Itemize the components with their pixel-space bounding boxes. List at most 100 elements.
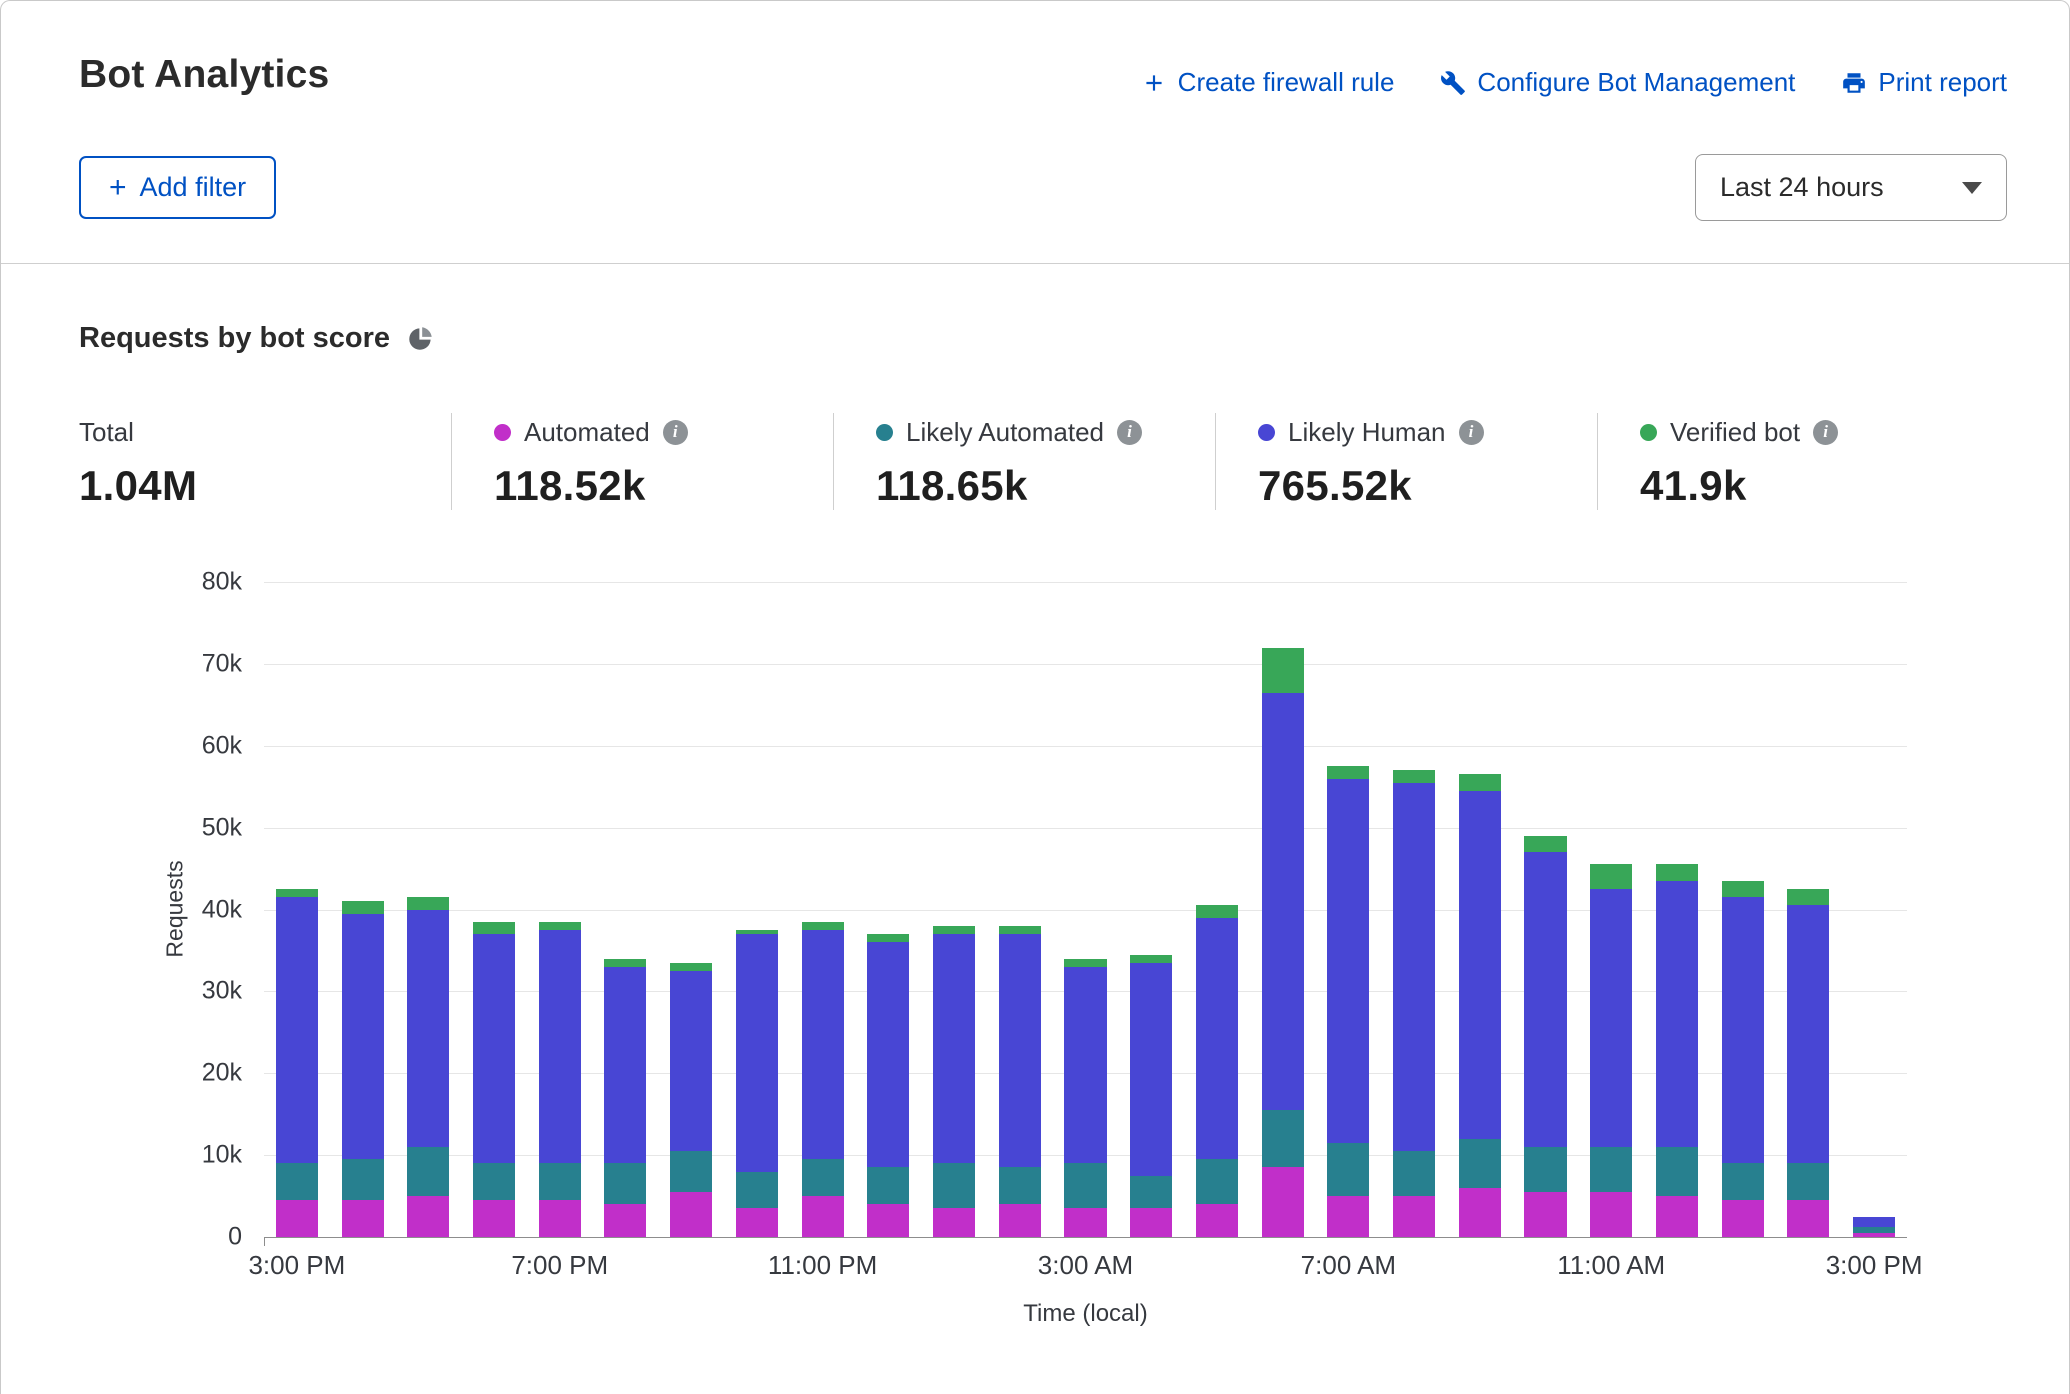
bar-segment-automated[interactable] [1064, 1208, 1106, 1237]
bar-segment-likely-automated[interactable] [1722, 1163, 1764, 1200]
chart-bar[interactable] [1381, 582, 1447, 1237]
bar-segment-likely-automated[interactable] [802, 1159, 844, 1196]
stacked-bar[interactable] [1196, 905, 1238, 1237]
stacked-bar[interactable] [1393, 770, 1435, 1237]
chart-bar[interactable] [1184, 582, 1250, 1237]
add-filter-button[interactable]: + Add filter [79, 156, 276, 219]
bar-segment-likely-automated[interactable] [1656, 1147, 1698, 1196]
stacked-bar[interactable] [670, 963, 712, 1237]
bar-segment-automated[interactable] [1590, 1192, 1632, 1237]
bar-segment-likely-automated[interactable] [1393, 1151, 1435, 1196]
bar-segment-verified-bot[interactable] [1327, 766, 1369, 778]
bar-segment-verified-bot[interactable] [604, 959, 646, 967]
stacked-bar[interactable] [342, 901, 384, 1237]
info-icon[interactable]: i [663, 420, 688, 445]
chart-bar[interactable] [1710, 582, 1776, 1237]
stacked-bar[interactable] [999, 926, 1041, 1237]
bar-segment-verified-bot[interactable] [999, 926, 1041, 934]
bar-segment-likely-human[interactable] [1196, 918, 1238, 1160]
bar-segment-automated[interactable] [276, 1200, 318, 1237]
chart-bar[interactable] [395, 582, 461, 1237]
bar-segment-verified-bot[interactable] [1196, 905, 1238, 917]
bar-segment-likely-automated[interactable] [670, 1151, 712, 1192]
print-report-link[interactable]: Print report [1841, 67, 2007, 98]
chart-bar[interactable] [1841, 582, 1907, 1237]
bar-segment-automated[interactable] [1853, 1233, 1895, 1237]
bar-segment-likely-human[interactable] [802, 930, 844, 1159]
bar-segment-likely-human[interactable] [1590, 889, 1632, 1147]
bar-segment-automated[interactable] [933, 1208, 975, 1237]
stacked-bar[interactable] [1524, 836, 1566, 1237]
create-firewall-rule-link[interactable]: Create firewall rule [1141, 67, 1395, 98]
bar-segment-automated[interactable] [539, 1200, 581, 1237]
bar-segment-automated[interactable] [342, 1200, 384, 1237]
stacked-bar[interactable] [1130, 955, 1172, 1237]
bar-segment-automated[interactable] [473, 1200, 515, 1237]
stacked-bar[interactable] [473, 922, 515, 1237]
bar-segment-likely-automated[interactable] [604, 1163, 646, 1204]
chart-bar[interactable] [1644, 582, 1710, 1237]
bar-segment-automated[interactable] [1130, 1208, 1172, 1237]
bar-segment-likely-human[interactable] [670, 971, 712, 1151]
bar-segment-automated[interactable] [802, 1196, 844, 1237]
bar-segment-likely-human[interactable] [999, 934, 1041, 1167]
chart-bar[interactable] [461, 582, 527, 1237]
bar-segment-likely-human[interactable] [1524, 852, 1566, 1147]
chart-bar[interactable] [790, 582, 856, 1237]
bar-segment-likely-human[interactable] [1130, 963, 1172, 1176]
bar-segment-likely-automated[interactable] [276, 1163, 318, 1200]
stacked-bar[interactable] [1853, 1217, 1895, 1237]
bar-segment-verified-bot[interactable] [342, 901, 384, 913]
stacked-bar[interactable] [1590, 864, 1632, 1237]
bar-segment-verified-bot[interactable] [1524, 836, 1566, 852]
stacked-bar[interactable] [867, 934, 909, 1237]
bar-segment-verified-bot[interactable] [933, 926, 975, 934]
info-icon[interactable]: i [1813, 420, 1838, 445]
stacked-bar[interactable] [407, 897, 449, 1237]
chart-bar[interactable] [1250, 582, 1316, 1237]
bar-segment-likely-automated[interactable] [1130, 1176, 1172, 1209]
bar-segment-likely-human[interactable] [473, 934, 515, 1163]
bar-segment-likely-human[interactable] [933, 934, 975, 1163]
bar-segment-automated[interactable] [1656, 1196, 1698, 1237]
bar-segment-automated[interactable] [1393, 1196, 1435, 1237]
bar-segment-verified-bot[interactable] [276, 889, 318, 897]
bar-segment-likely-automated[interactable] [539, 1163, 581, 1200]
bar-segment-likely-human[interactable] [342, 914, 384, 1160]
chart-bar[interactable] [593, 582, 659, 1237]
bar-segment-likely-automated[interactable] [1262, 1110, 1304, 1167]
stacked-bar[interactable] [604, 959, 646, 1237]
bar-segment-likely-automated[interactable] [933, 1163, 975, 1208]
stacked-bar[interactable] [1064, 959, 1106, 1237]
chart-bar[interactable] [987, 582, 1053, 1237]
bar-segment-likely-human[interactable] [539, 930, 581, 1163]
bar-segment-automated[interactable] [1787, 1200, 1829, 1237]
chart-bar[interactable] [330, 582, 396, 1237]
bar-segment-likely-automated[interactable] [867, 1167, 909, 1204]
chart-bar[interactable] [1513, 582, 1579, 1237]
chart-bar[interactable] [1578, 582, 1644, 1237]
stacked-bar[interactable] [1722, 881, 1764, 1237]
bar-segment-verified-bot[interactable] [670, 963, 712, 971]
bar-segment-verified-bot[interactable] [1064, 959, 1106, 967]
bar-segment-automated[interactable] [1722, 1200, 1764, 1237]
bar-segment-verified-bot[interactable] [1787, 889, 1829, 905]
bar-segment-automated[interactable] [999, 1204, 1041, 1237]
bar-segment-automated[interactable] [1459, 1188, 1501, 1237]
bar-segment-likely-automated[interactable] [736, 1172, 778, 1209]
bar-segment-automated[interactable] [1262, 1167, 1304, 1237]
bar-segment-likely-human[interactable] [1459, 791, 1501, 1139]
bar-segment-likely-human[interactable] [736, 934, 778, 1171]
bar-segment-likely-automated[interactable] [473, 1163, 515, 1200]
chart-bar[interactable] [1053, 582, 1119, 1237]
bar-segment-likely-human[interactable] [1722, 897, 1764, 1163]
chart-bar[interactable] [1447, 582, 1513, 1237]
bar-segment-likely-automated[interactable] [999, 1167, 1041, 1204]
bar-segment-likely-human[interactable] [1393, 783, 1435, 1151]
bar-segment-verified-bot[interactable] [1590, 864, 1632, 889]
bar-segment-likely-human[interactable] [1327, 779, 1369, 1143]
chart-bar[interactable] [1118, 582, 1184, 1237]
stacked-bar[interactable] [802, 922, 844, 1237]
bar-segment-automated[interactable] [1196, 1204, 1238, 1237]
bar-segment-verified-bot[interactable] [1130, 955, 1172, 963]
